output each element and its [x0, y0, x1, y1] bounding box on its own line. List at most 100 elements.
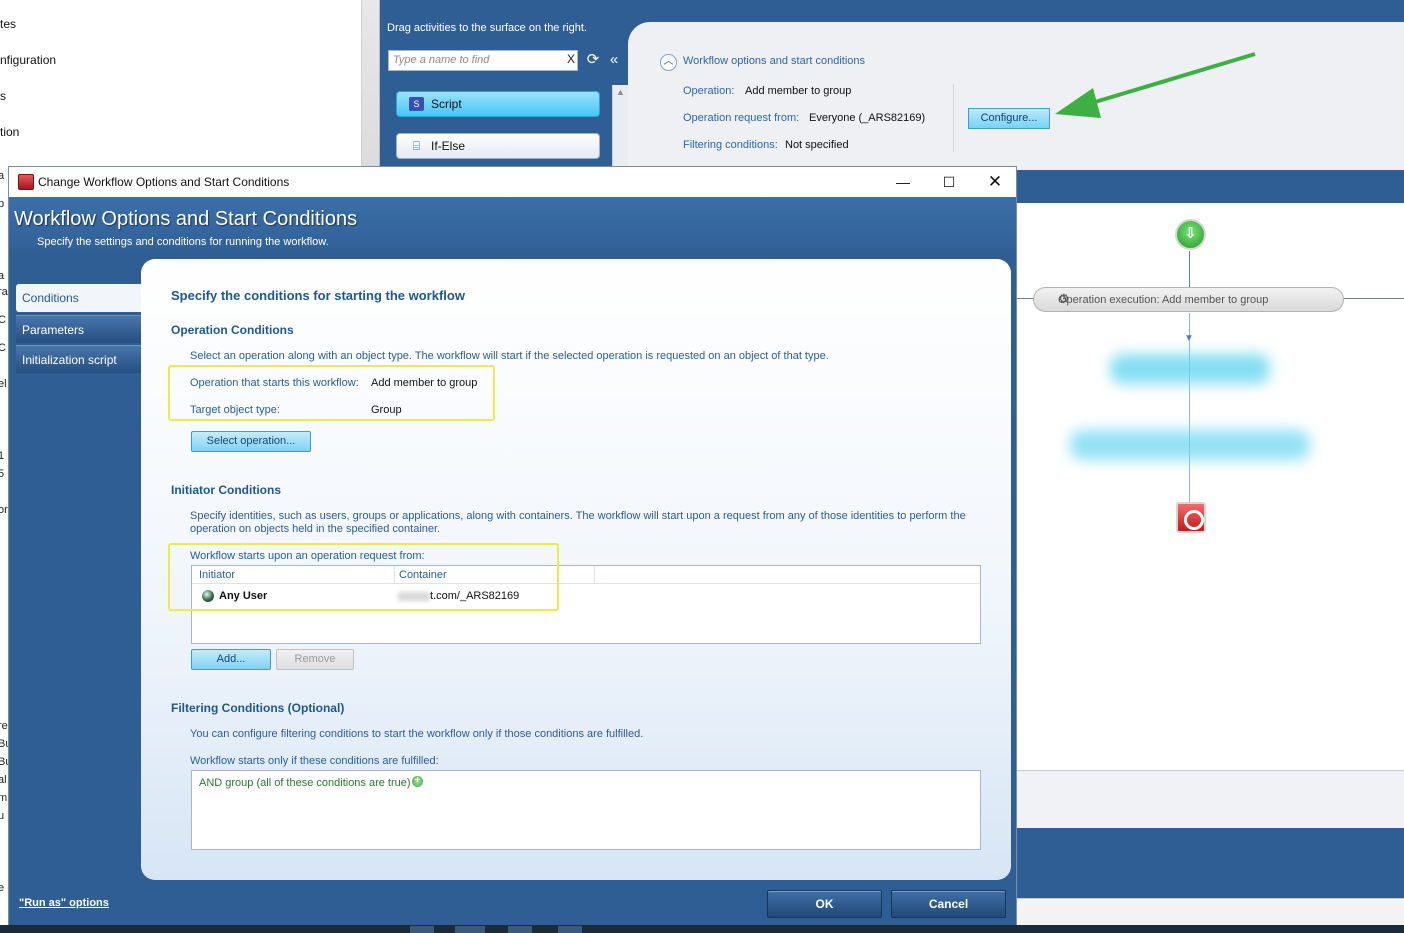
configure-button[interactable]: Configure... — [968, 108, 1050, 129]
stop-node-icon[interactable] — [1176, 502, 1206, 533]
section-title: Specify the conditions for starting the … — [171, 288, 465, 303]
tree-fragment: a — [0, 170, 5, 182]
remove-initiator-button[interactable]: Remove — [276, 649, 354, 670]
operation-label: Operation: — [683, 85, 735, 97]
if-else-icon: ⌸ — [412, 139, 421, 153]
tree-fragment: m — [0, 792, 8, 804]
collapse-panel-icon[interactable]: « — [606, 51, 622, 69]
activities-toolbox: Drag activities to the surface on the ri… — [380, 0, 628, 168]
operation-conditions-description: Select an operation along with an object… — [190, 350, 829, 362]
dialog-subheading: Specify the settings and conditions for … — [37, 236, 329, 248]
tree-fragment: e — [0, 882, 5, 894]
initiator-description-line-2: operation on objects held in the specifi… — [190, 523, 441, 535]
filtering-list-label: Workflow starts only if these conditions… — [190, 755, 439, 767]
run-as-options-link[interactable]: "Run as" options — [19, 897, 109, 909]
highlight-box — [168, 543, 559, 611]
and-group-label[interactable]: AND group (all of these conditions are t… — [199, 777, 411, 789]
navigation-tree: tes nfiguration s tion — [0, 0, 362, 168]
tree-fragment: Bu — [0, 738, 8, 750]
workflow-options-dialog: Change Workflow Options and Start Condit… — [8, 166, 1017, 933]
tree-fragment: al — [0, 774, 7, 786]
target-type-value: Group — [371, 404, 402, 416]
blurred-activity — [1110, 354, 1270, 384]
conditions-panel: Specify the conditions for starting the … — [141, 259, 1011, 880]
operation-conditions-heading: Operation Conditions — [171, 323, 294, 337]
taskbar-item[interactable] — [455, 926, 485, 933]
tree-fragment: on — [0, 504, 8, 516]
filtering-description: You can configure filtering conditions t… — [190, 728, 644, 740]
window-title: Change Workflow Options and Start Condit… — [38, 175, 290, 189]
arrow-down-icon: ▼ — [1184, 333, 1194, 344]
flow-connector — [1189, 251, 1190, 287]
initiator-conditions-heading: Initiator Conditions — [171, 483, 281, 497]
minimize-button[interactable]: — — [880, 167, 926, 197]
tab-parameters[interactable]: Parameters — [16, 315, 148, 343]
activity-label: Script — [431, 97, 462, 111]
tree-item[interactable]: tes — [0, 17, 16, 31]
taskbar-item[interactable] — [558, 926, 582, 933]
tree-fragment: u — [0, 810, 5, 822]
taskbar — [0, 925, 1404, 933]
collapse-chevron-icon[interactable]: ︿ — [660, 54, 677, 71]
tree-fragment: a — [0, 270, 5, 282]
activity-script[interactable]: S Script — [396, 91, 600, 117]
background-panel-edge: a p a ra C C el 1 5 on re Bu Bu al m u e — [0, 168, 8, 933]
tree-fragment: re — [0, 720, 8, 732]
operation-value: Add member to group — [371, 377, 478, 389]
activity-search-input[interactable]: Type a name to find — [388, 50, 578, 71]
tree-fragment: C — [0, 314, 6, 326]
title-bar[interactable]: Change Workflow Options and Start Condit… — [9, 167, 1016, 197]
divider — [953, 84, 954, 152]
operation-value: Add member to group — [745, 85, 852, 97]
operation-label: Operation that starts this workflow: — [190, 377, 359, 389]
tree-fragment: ra — [0, 286, 8, 298]
close-button[interactable]: ✕ — [972, 167, 1018, 197]
tree-fragment: 5 — [0, 468, 5, 480]
tree-fragment: 1 — [0, 450, 5, 462]
target-type-label: Target object type: — [190, 404, 280, 416]
tree-fragment: Bu — [0, 756, 8, 768]
tree-fragment: p — [0, 198, 5, 210]
cancel-button[interactable]: Cancel — [891, 890, 1006, 918]
select-operation-button[interactable]: Select operation... — [191, 431, 311, 452]
filtering-value: Not specified — [785, 139, 849, 151]
tree-item[interactable]: tion — [0, 125, 19, 139]
tree-fragment: el — [0, 378, 7, 390]
panel-splitter[interactable] — [362, 0, 380, 168]
operation-execution-node[interactable]: Operation execution: Add member to group — [1033, 287, 1344, 312]
dialog-header: Workflow Options and Start Conditions Sp… — [9, 197, 1016, 259]
script-icon: S — [409, 97, 424, 111]
filtering-conditions-heading: Filtering Conditions (Optional) — [171, 701, 345, 715]
start-node-icon[interactable]: ⇩ — [1175, 219, 1206, 250]
request-from-value: Everyone (_ARS82169) — [809, 112, 926, 124]
request-from-label: Operation request from: — [683, 112, 800, 124]
add-initiator-button[interactable]: Add... — [191, 649, 271, 670]
tree-item[interactable]: s — [0, 89, 6, 103]
taskbar-item[interactable] — [508, 926, 532, 933]
blurred-activity — [1070, 430, 1310, 460]
gear-icon: ⚙ — [1058, 291, 1070, 306]
tree-item[interactable]: nfiguration — [0, 53, 56, 67]
ok-button[interactable]: OK — [767, 890, 882, 918]
filtering-label: Filtering conditions: — [683, 139, 778, 151]
toolbox-scrollbar[interactable]: ▲ — [612, 85, 628, 168]
canvas-lower-area — [1017, 770, 1404, 828]
filtering-conditions-box: AND group (all of these conditions are t… — [191, 770, 981, 850]
initiator-description-line-1: Specify identities, such as users, group… — [190, 510, 966, 522]
toolbox-hint: Drag activities to the surface on the ri… — [387, 22, 587, 34]
tab-conditions[interactable]: Conditions — [16, 284, 148, 312]
activity-if-else[interactable]: ⌸ If-Else — [396, 133, 600, 159]
app-icon — [18, 174, 34, 190]
clear-search-icon[interactable]: X — [567, 52, 575, 66]
annotation-arrow — [1055, 52, 1256, 118]
taskbar-item[interactable] — [410, 926, 434, 933]
column-separator[interactable] — [594, 566, 595, 584]
tab-initialization-script[interactable]: Initialization script — [16, 345, 148, 373]
workflow-options-link[interactable]: Workflow options and start conditions — [683, 55, 865, 67]
activity-label: If-Else — [431, 139, 466, 153]
maximize-button[interactable]: ☐ — [926, 167, 972, 197]
dialog-heading: Workflow Options and Start Conditions — [14, 208, 358, 230]
refresh-icon[interactable]: ⟳ — [585, 51, 601, 69]
add-condition-icon[interactable]: + — [412, 776, 423, 787]
tree-fragment: C — [0, 342, 6, 354]
